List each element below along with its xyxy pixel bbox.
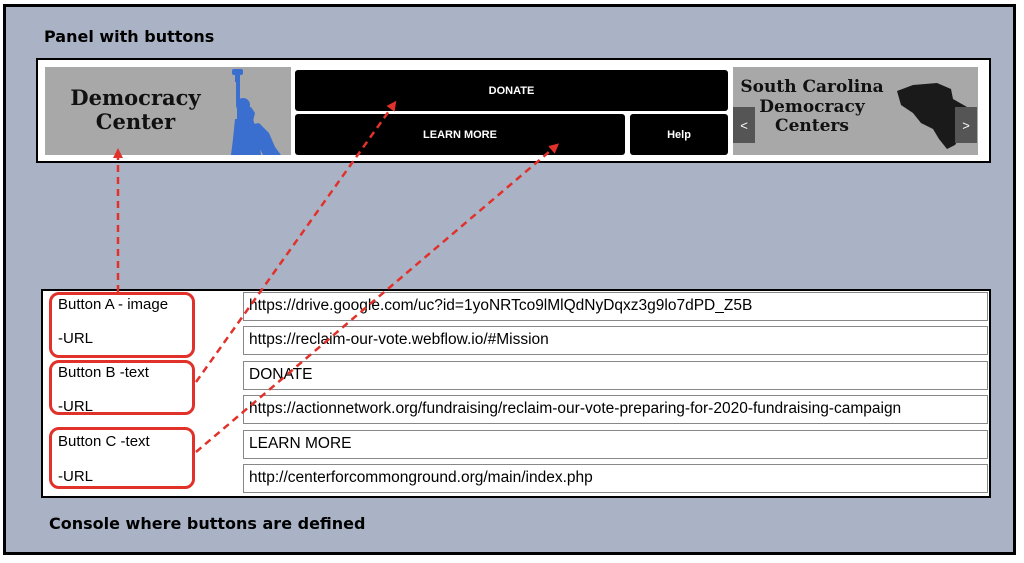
- annotation-arrows: [113, 100, 560, 453]
- arrow-b-to-donate: [194, 100, 397, 383]
- arrow-c-to-learn-more: [195, 143, 560, 453]
